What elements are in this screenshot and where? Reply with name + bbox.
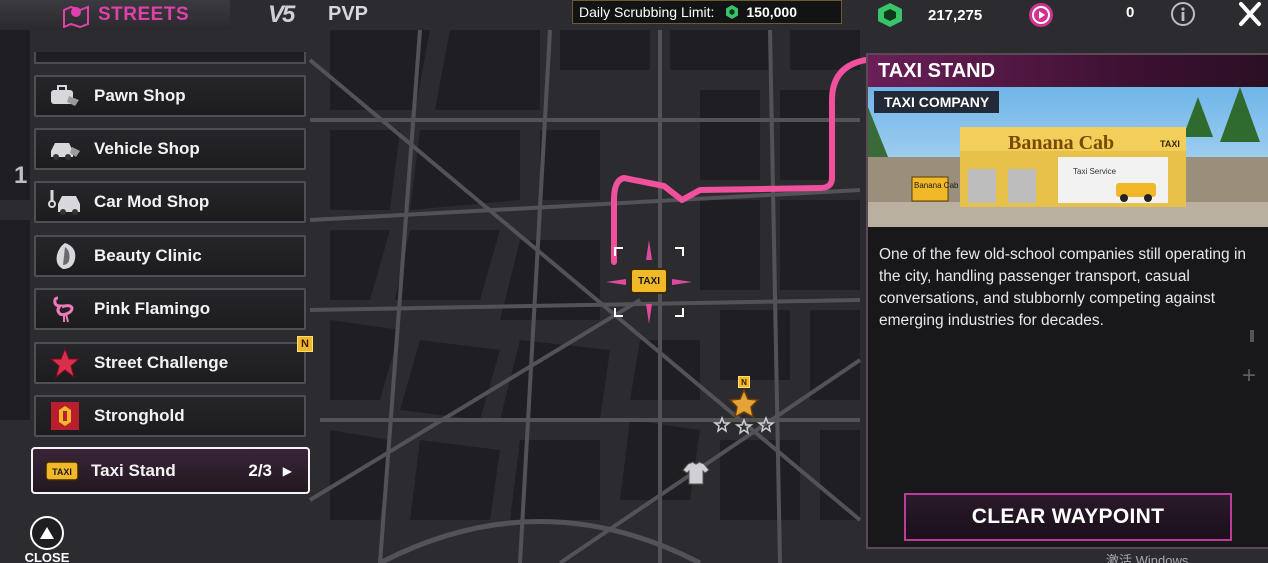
cash-gem-icon [726, 5, 739, 19]
sidebar-item-taxi-stand[interactable]: TAXI Taxi Stand 2/3 ▶ [31, 447, 310, 494]
detail-panel: TAXI STAND Banana Cab Taxi Service TAXI … [866, 53, 1268, 549]
taxi-icon: TAXI [33, 452, 91, 490]
currency-cash: 217,275 [876, 2, 982, 28]
cash-gem-icon [878, 3, 902, 27]
star-icon [712, 388, 776, 435]
beauty-clinic-icon [36, 237, 94, 275]
currency-premium-amount: 0 [1126, 4, 1135, 21]
sidebar-item-label: Taxi Stand [91, 460, 176, 480]
sidebar-item-label: Pink Flamingo [94, 299, 211, 318]
clear-waypoint-button[interactable]: CLEAR WAYPOINT [904, 493, 1232, 541]
sidebar-item-beauty-clinic[interactable]: Beauty Clinic [34, 235, 306, 277]
sidebar-item-stronghold[interactable]: Stronghold [34, 395, 306, 437]
map-pin-icon [63, 5, 89, 28]
vehicle-shop-icon [36, 130, 94, 168]
taxi-sign-text: TAXI [1160, 139, 1180, 149]
shirt-tag-icon [682, 461, 710, 485]
close-button[interactable]: CLOSE [20, 516, 74, 563]
taxi-stand-count: 2/3 [248, 460, 272, 480]
tab-streets[interactable]: STREETS [0, 0, 230, 30]
taxi-icon: TAXI [630, 268, 668, 294]
premium-coin-icon [1029, 3, 1053, 27]
taxi-icon-label: TAXI [52, 467, 72, 477]
small-sign-text: Banana Cab [914, 181, 959, 190]
sidebar-item-vehicle-shop[interactable]: Vehicle Shop [34, 128, 306, 170]
panel-subtitle: TAXI COMPANY [874, 91, 1000, 113]
sidebar-scroll-stub [34, 52, 306, 64]
daily-limit-value: 150,000 [746, 4, 797, 20]
sidebar-item-car-mod-shop[interactable]: Car Mod Shop [34, 181, 306, 223]
zoom-plus-icon[interactable]: + [1242, 362, 1256, 390]
info-icon [1171, 2, 1195, 26]
sidebar-item-street-challenge[interactable]: Street Challenge [34, 342, 306, 384]
pawn-shop-icon [36, 77, 94, 115]
sidebar-item-pink-flamingo[interactable]: Pink Flamingo [34, 288, 306, 330]
shop-map-marker[interactable] [680, 460, 712, 493]
sidebar-item-label: Street Challenge [94, 353, 229, 372]
triangle-button-icon [30, 516, 64, 550]
challenge-map-marker[interactable]: N [710, 376, 780, 436]
star-icon [36, 344, 94, 382]
new-badge: N [297, 336, 313, 352]
left-marker: 1 [14, 162, 28, 189]
sidebar-item-label: Vehicle Shop [94, 139, 200, 158]
panel-description: One of the few old-school companies stil… [879, 246, 1247, 329]
flamingo-icon [36, 290, 94, 328]
stronghold-icon [36, 397, 94, 435]
top-bar: STREETS V5 PVP Daily Scrubbing Limit: 15… [0, 0, 1268, 30]
sidebar-item-label: Beauty Clinic [94, 246, 202, 265]
car-mod-icon [36, 183, 94, 221]
currency-premium[interactable] [1028, 2, 1054, 33]
currency-cash-amount: 217,275 [928, 6, 983, 24]
close-icon [1239, 2, 1261, 26]
vs-logo: V5 [268, 1, 295, 28]
tab-pvp[interactable]: PVP [328, 3, 368, 26]
daily-limit: Daily Scrubbing Limit: 150,000 [572, 0, 842, 24]
taxi-service-text: Taxi Service [1073, 167, 1117, 176]
chevron-right-icon: ▶ [282, 463, 292, 478]
panel-title: TAXI STAND [868, 55, 1268, 87]
windows-watermark: 激活 Windows [1106, 553, 1189, 563]
sidebar-item-pawn-shop[interactable]: Pawn Shop [34, 75, 306, 117]
taxi-marker-label: TAXI [637, 275, 661, 287]
daily-limit-label: Daily Scrubbing Limit: [579, 4, 715, 20]
sidebar-item-label: Pawn Shop [94, 86, 186, 105]
banana-cab-sign: Banana Cab [1008, 132, 1115, 154]
sidebar-item-label: Stronghold [94, 406, 185, 425]
panel-scrollbar[interactable] [1250, 330, 1254, 342]
taxi-map-marker[interactable]: TAXI [606, 238, 692, 326]
close-label: CLOSE [24, 550, 70, 563]
sidebar-item-label: Car Mod Shop [94, 192, 210, 211]
tab-streets-label: STREETS [98, 4, 190, 25]
close-map-button[interactable] [1236, 0, 1264, 33]
info-button[interactable] [1170, 1, 1196, 32]
